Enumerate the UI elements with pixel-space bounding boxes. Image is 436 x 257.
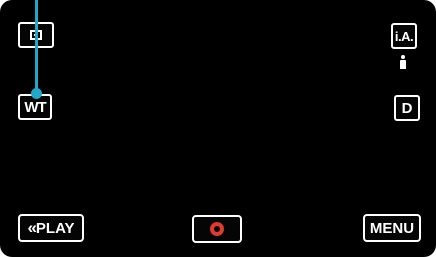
- menu-button[interactable]: MENU: [363, 214, 421, 242]
- person-icon: [399, 55, 407, 69]
- play-button-label: PLAY: [35, 219, 75, 237]
- ia-button-label: i.A.: [394, 28, 414, 44]
- ia-button[interactable]: i.A.: [391, 23, 417, 49]
- record-button[interactable]: [192, 215, 242, 243]
- wt-zoom-label: WT: [24, 98, 46, 116]
- callout-dot: [31, 88, 42, 99]
- double-chevron-left-icon: «: [27, 218, 37, 237]
- play-button[interactable]: « PLAY: [18, 214, 84, 242]
- d-button-label: D: [401, 99, 413, 117]
- d-button[interactable]: D: [394, 95, 420, 121]
- camera-screen: i.A. WT D « PLAY MENU: [0, 0, 436, 257]
- callout-line: [35, 0, 38, 92]
- record-icon: [210, 222, 224, 236]
- menu-button-label: MENU: [369, 219, 415, 237]
